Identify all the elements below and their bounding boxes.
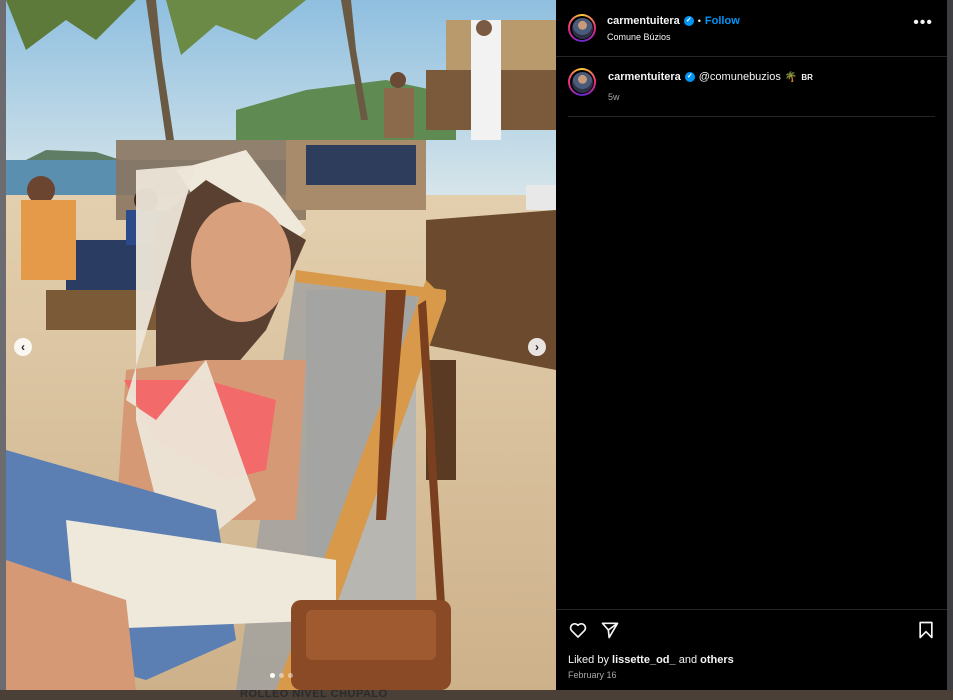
likes-others[interactable]: others — [700, 654, 734, 666]
caption-mention[interactable]: @comunebuzios — [699, 71, 781, 83]
divider — [556, 609, 947, 610]
heart-icon[interactable] — [568, 620, 588, 640]
verified-badge-icon: ✓ — [683, 16, 694, 26]
carousel-next-button[interactable]: › — [528, 338, 546, 356]
header-user-row: carmentuitera ✓ • Follow — [607, 15, 740, 27]
divider — [568, 116, 935, 117]
share-icon[interactable] — [600, 620, 620, 640]
follow-button[interactable]: Follow — [705, 15, 740, 27]
post-header: carmentuitera ✓ • Follow Comune Búzios •… — [556, 0, 947, 57]
avatar[interactable] — [568, 14, 596, 42]
verified-badge-icon: ✓ — [684, 72, 695, 82]
beach-photo-illustration — [6, 0, 556, 690]
caption-username[interactable]: carmentuitera — [608, 71, 681, 83]
page-backdrop-right — [947, 0, 953, 700]
location-link[interactable]: Comune Búzios — [607, 32, 671, 42]
caption-avatar[interactable] — [568, 68, 596, 96]
caption-line: carmentuitera ✓ @comunebuzios 🌴 BR — [608, 71, 813, 83]
post-side-panel: carmentuitera ✓ • Follow Comune Búzios •… — [556, 0, 947, 690]
avatar-image — [571, 17, 593, 39]
carousel-prev-button[interactable]: ‹ — [14, 338, 32, 356]
carousel-dot — [278, 673, 284, 678]
post-photo[interactable]: ‹ › — [6, 0, 556, 690]
header-username[interactable]: carmentuitera — [607, 15, 680, 27]
carousel-indicator — [6, 673, 556, 678]
post-date[interactable]: February 16 — [568, 670, 617, 680]
caption-block — [556, 58, 947, 116]
carousel-dot — [287, 673, 293, 678]
carousel-dot — [269, 673, 275, 678]
likes-prefix: Liked by — [568, 654, 609, 666]
liked-by-user[interactable]: lissette_od_ — [612, 654, 676, 666]
avatar-image — [571, 71, 593, 93]
separator-dot: • — [697, 16, 701, 26]
likes-middle: and — [678, 654, 698, 666]
palm-tree-emoji: 🌴 — [784, 71, 798, 83]
flag-emoji: BR — [801, 72, 813, 82]
likes-summary: Liked by lissette_od_ and others — [568, 654, 734, 666]
page-backdrop-bottom — [0, 690, 953, 700]
bookmark-icon[interactable] — [916, 620, 936, 640]
more-options-icon[interactable]: ••• — [913, 15, 933, 31]
caption-timestamp[interactable]: 5w — [608, 92, 620, 102]
